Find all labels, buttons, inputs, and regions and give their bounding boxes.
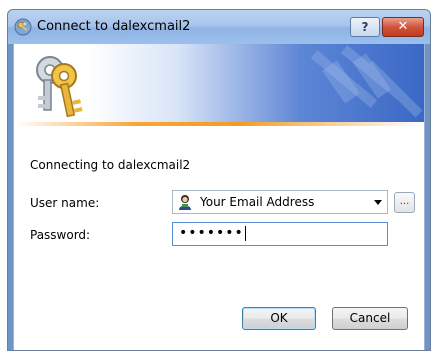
- text-caret: [244, 225, 246, 241]
- cancel-button[interactable]: Cancel: [332, 307, 408, 330]
- password-field[interactable]: •••••••: [172, 222, 388, 246]
- user-icon: [179, 195, 191, 210]
- username-value: Your Email Address: [200, 195, 315, 209]
- window-title: Connect to dalexcmail2: [37, 19, 191, 34]
- ok-button[interactable]: OK: [242, 307, 316, 330]
- password-value: •••••••: [179, 225, 246, 241]
- connecting-message: Connecting to dalexcmail2: [30, 158, 191, 172]
- username-combobox[interactable]: Your Email Address: [172, 190, 388, 214]
- banner: [14, 44, 424, 126]
- browse-button[interactable]: ...: [394, 192, 415, 213]
- help-button[interactable]: ?: [350, 17, 380, 37]
- chevron-down-icon[interactable]: [373, 197, 383, 207]
- password-label: Password:: [30, 228, 91, 242]
- connect-dialog: Connect to dalexcmail2 ? ✕ Connecting to…: [7, 9, 431, 351]
- password-mask: •••••••: [179, 225, 244, 241]
- dialog-content: Connecting to dalexcmail2 User name: You…: [14, 126, 424, 350]
- close-button[interactable]: ✕: [382, 17, 424, 37]
- username-label: User name:: [30, 196, 100, 210]
- dialog-client-area: Connecting to dalexcmail2 User name: You…: [13, 44, 425, 350]
- keys-icon: [14, 18, 32, 36]
- banner-keys-art: [36, 45, 423, 118]
- title-bar[interactable]: Connect to dalexcmail2 ? ✕: [8, 10, 430, 44]
